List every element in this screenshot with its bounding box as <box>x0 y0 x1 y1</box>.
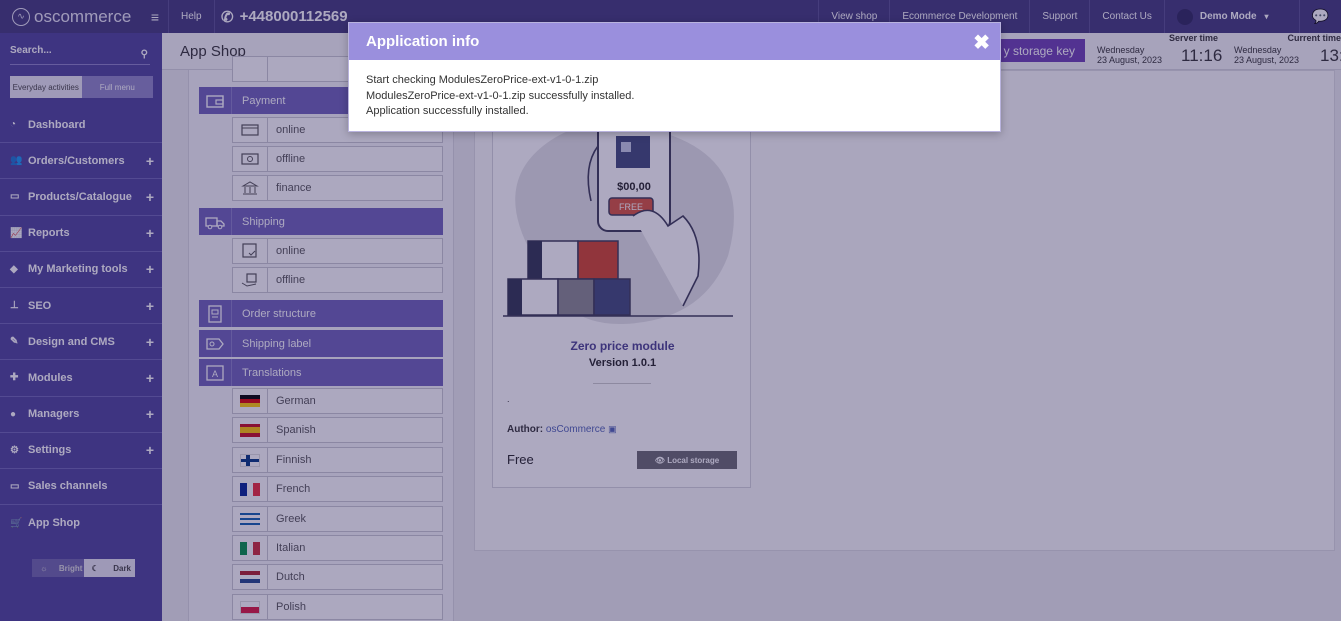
application-info-dialog: Application info ✖ Start checking Module… <box>348 22 1001 132</box>
dialog-line: Application successfully installed. <box>366 105 529 117</box>
dialog-title: Application info <box>366 33 480 50</box>
dialog-body: Start checking ModulesZeroPrice-ext-v1-0… <box>349 60 1000 133</box>
dialog-header: Application info ✖ <box>349 23 1000 60</box>
dialog-line: ModulesZeroPrice-ext-v1-0-1.zip successf… <box>366 89 635 102</box>
close-icon[interactable]: ✖ <box>973 30 990 55</box>
dialog-line: Start checking ModulesZeroPrice-ext-v1-0… <box>366 74 599 86</box>
